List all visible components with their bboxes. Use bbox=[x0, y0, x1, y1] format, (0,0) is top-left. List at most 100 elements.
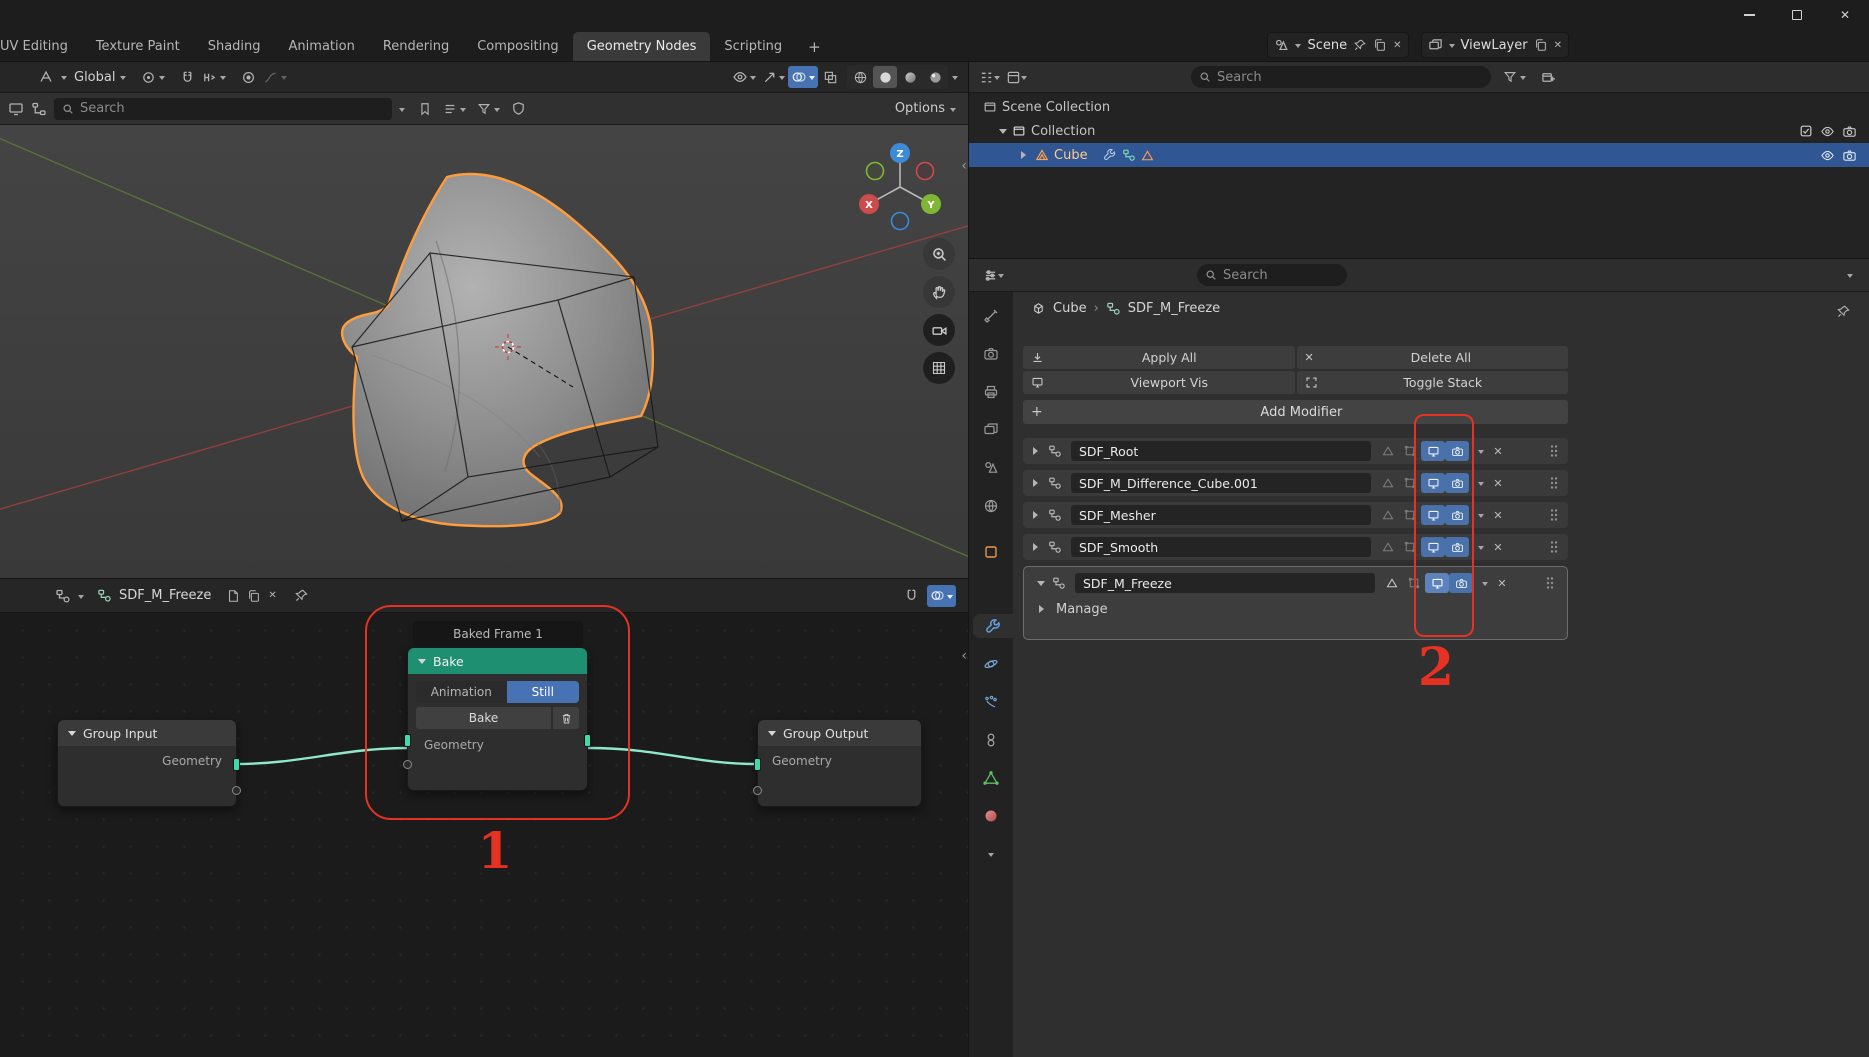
pin-icon[interactable] bbox=[294, 588, 309, 603]
render-display-toggle[interactable] bbox=[1445, 473, 1469, 493]
gizmos-dropdown[interactable] bbox=[759, 66, 788, 88]
viewport-display-toggle[interactable] bbox=[1421, 441, 1445, 461]
drag-handle[interactable] bbox=[1546, 508, 1562, 522]
search-input[interactable] bbox=[1217, 69, 1483, 85]
exclude-checkbox[interactable] bbox=[1799, 124, 1813, 139]
collapse-icon[interactable] bbox=[1033, 577, 1049, 590]
tab-view-layer[interactable] bbox=[969, 418, 1013, 442]
tab-render[interactable] bbox=[969, 342, 1013, 366]
snap-magnet-icon[interactable] bbox=[180, 70, 195, 85]
chevron-down-icon[interactable] bbox=[1847, 274, 1853, 281]
chevron-down-icon[interactable] bbox=[998, 274, 1004, 281]
chevron-down-icon[interactable] bbox=[952, 76, 958, 83]
scene-selector[interactable]: Scene ✕ bbox=[1267, 32, 1409, 58]
proportional-editing-icon[interactable] bbox=[241, 70, 256, 85]
copy-icon[interactable] bbox=[1373, 38, 1387, 52]
extras-dropdown[interactable] bbox=[1473, 477, 1489, 489]
on-cage-toggle[interactable] bbox=[1377, 505, 1399, 525]
overlays-toggle[interactable] bbox=[788, 66, 818, 88]
window-minimize-button[interactable] bbox=[1725, 0, 1773, 30]
delete-bake-button[interactable] bbox=[553, 707, 579, 729]
modifier-row-sdf-m-freeze[interactable]: SDF_M_Freeze ✕ bbox=[1027, 570, 1564, 596]
tab-texture-paint[interactable]: Texture Paint bbox=[82, 32, 194, 61]
extras-dropdown[interactable] bbox=[1473, 541, 1489, 553]
overlays-toggle[interactable] bbox=[927, 584, 956, 607]
modifier-name-field[interactable]: SDF_M_Difference_Cube.001 bbox=[1071, 473, 1371, 493]
tab-modifiers[interactable] bbox=[973, 614, 1013, 638]
window-maximize-button[interactable] bbox=[1773, 0, 1821, 30]
hide-eye-icon[interactable] bbox=[1820, 124, 1835, 139]
bake-node-header[interactable]: Bake bbox=[408, 648, 587, 674]
node-editor-icon[interactable] bbox=[55, 588, 71, 604]
edit-mode-toggle[interactable] bbox=[1403, 573, 1425, 593]
search-input[interactable] bbox=[1223, 267, 1339, 283]
viewport-search[interactable] bbox=[54, 97, 392, 120]
tab-material[interactable] bbox=[969, 804, 1013, 828]
add-workspace-button[interactable]: + bbox=[796, 32, 833, 61]
expand-icon[interactable] bbox=[1029, 543, 1045, 551]
tab-rendering[interactable]: Rendering bbox=[369, 32, 463, 61]
tab-world[interactable] bbox=[969, 494, 1013, 518]
outliner-filter-dropdown[interactable] bbox=[1503, 70, 1526, 84]
delete-modifier-button[interactable]: ✕ bbox=[1493, 577, 1511, 590]
modifier-row-sdf-root[interactable]: SDF_Root ✕ bbox=[1023, 438, 1568, 464]
tab-tool[interactable] bbox=[969, 304, 1013, 328]
modifier-row-sdf-mesher[interactable]: SDF_Mesher ✕ bbox=[1023, 502, 1568, 528]
chevron-down-icon[interactable] bbox=[399, 107, 405, 115]
breadcrumb-modifier[interactable]: SDF_M_Freeze bbox=[1128, 301, 1220, 316]
modifier-name-field[interactable]: SDF_M_Freeze bbox=[1075, 573, 1375, 593]
delete-modifier-button[interactable]: ✕ bbox=[1489, 445, 1507, 458]
expand-icon[interactable] bbox=[1029, 479, 1045, 487]
delete-all-button[interactable]: ✕ Delete All bbox=[1296, 346, 1568, 369]
properties-editor-icon[interactable] bbox=[983, 268, 998, 283]
render-display-toggle[interactable] bbox=[1449, 573, 1473, 593]
render-display-toggle[interactable] bbox=[1445, 537, 1469, 557]
group-output-header[interactable]: Group Output bbox=[758, 720, 921, 746]
tab-geometry-nodes[interactable]: Geometry Nodes bbox=[572, 32, 711, 61]
render-display-toggle[interactable] bbox=[1445, 441, 1469, 461]
navigation-gizmo[interactable]: Z X Y bbox=[848, 133, 954, 245]
tab-scene[interactable] bbox=[969, 456, 1013, 480]
hide-eye-icon[interactable] bbox=[1820, 148, 1835, 163]
group-input-header[interactable]: Group Input bbox=[58, 720, 236, 746]
list-filter-dropdown[interactable] bbox=[443, 102, 466, 116]
viewlayer-selector[interactable]: ViewLayer ✕ bbox=[1420, 32, 1569, 58]
gizmo-minus-z-ball[interactable] bbox=[890, 211, 910, 231]
extras-dropdown[interactable] bbox=[1473, 445, 1489, 457]
disable-render-camera-icon[interactable] bbox=[1842, 148, 1857, 163]
modifier-panel-sdf-m-freeze[interactable]: SDF_M_Freeze ✕ Manage bbox=[1023, 566, 1568, 640]
shading-material-button[interactable] bbox=[898, 66, 922, 88]
chevron-down-icon[interactable] bbox=[1021, 76, 1027, 83]
tab-strip-overflow[interactable] bbox=[969, 842, 1013, 866]
mesh-triangle-icon[interactable] bbox=[1141, 149, 1154, 162]
tab-constraints[interactable] bbox=[969, 728, 1013, 752]
modifier-name-field[interactable]: SDF_Smooth bbox=[1071, 537, 1371, 557]
pin-icon[interactable] bbox=[1353, 38, 1367, 52]
new-collection-button[interactable] bbox=[1541, 70, 1556, 85]
viewport-canvas[interactable]: Z X Y ‹ bbox=[0, 125, 968, 578]
edit-mode-toggle[interactable] bbox=[1399, 441, 1421, 461]
unlink-icon[interactable]: ✕ bbox=[1393, 40, 1401, 51]
zoom-button[interactable] bbox=[923, 238, 955, 270]
expand-icon[interactable] bbox=[1029, 511, 1045, 519]
xray-toggle[interactable] bbox=[818, 66, 842, 88]
geometry-input-socket[interactable] bbox=[404, 734, 411, 747]
tab-object-data[interactable] bbox=[969, 766, 1013, 790]
editor-type-icon[interactable] bbox=[38, 69, 54, 85]
delete-modifier-button[interactable]: ✕ bbox=[1489, 541, 1507, 554]
node-tree-name[interactable]: SDF_M_Freeze bbox=[119, 588, 211, 603]
tab-shading[interactable]: Shading bbox=[194, 32, 275, 61]
viewport-display-toggle[interactable] bbox=[1425, 573, 1449, 593]
outliner-row-scene-collection[interactable]: Scene Collection bbox=[969, 95, 1869, 119]
virtual-output-socket[interactable] bbox=[232, 786, 241, 795]
bake-mode-still[interactable]: Still bbox=[506, 681, 579, 703]
edit-mode-toggle[interactable] bbox=[1399, 505, 1421, 525]
bake-button[interactable]: Bake bbox=[416, 707, 551, 729]
expand-icon[interactable] bbox=[999, 128, 1007, 138]
grid-toggle-button[interactable] bbox=[923, 352, 955, 384]
drag-handle[interactable] bbox=[1546, 476, 1562, 490]
bake-node[interactable]: Bake Animation Still Bake Geometry bbox=[403, 647, 591, 791]
copy-icon[interactable] bbox=[247, 589, 261, 603]
viewport-display-toggle[interactable] bbox=[1421, 505, 1445, 525]
on-cage-toggle[interactable] bbox=[1377, 473, 1399, 493]
